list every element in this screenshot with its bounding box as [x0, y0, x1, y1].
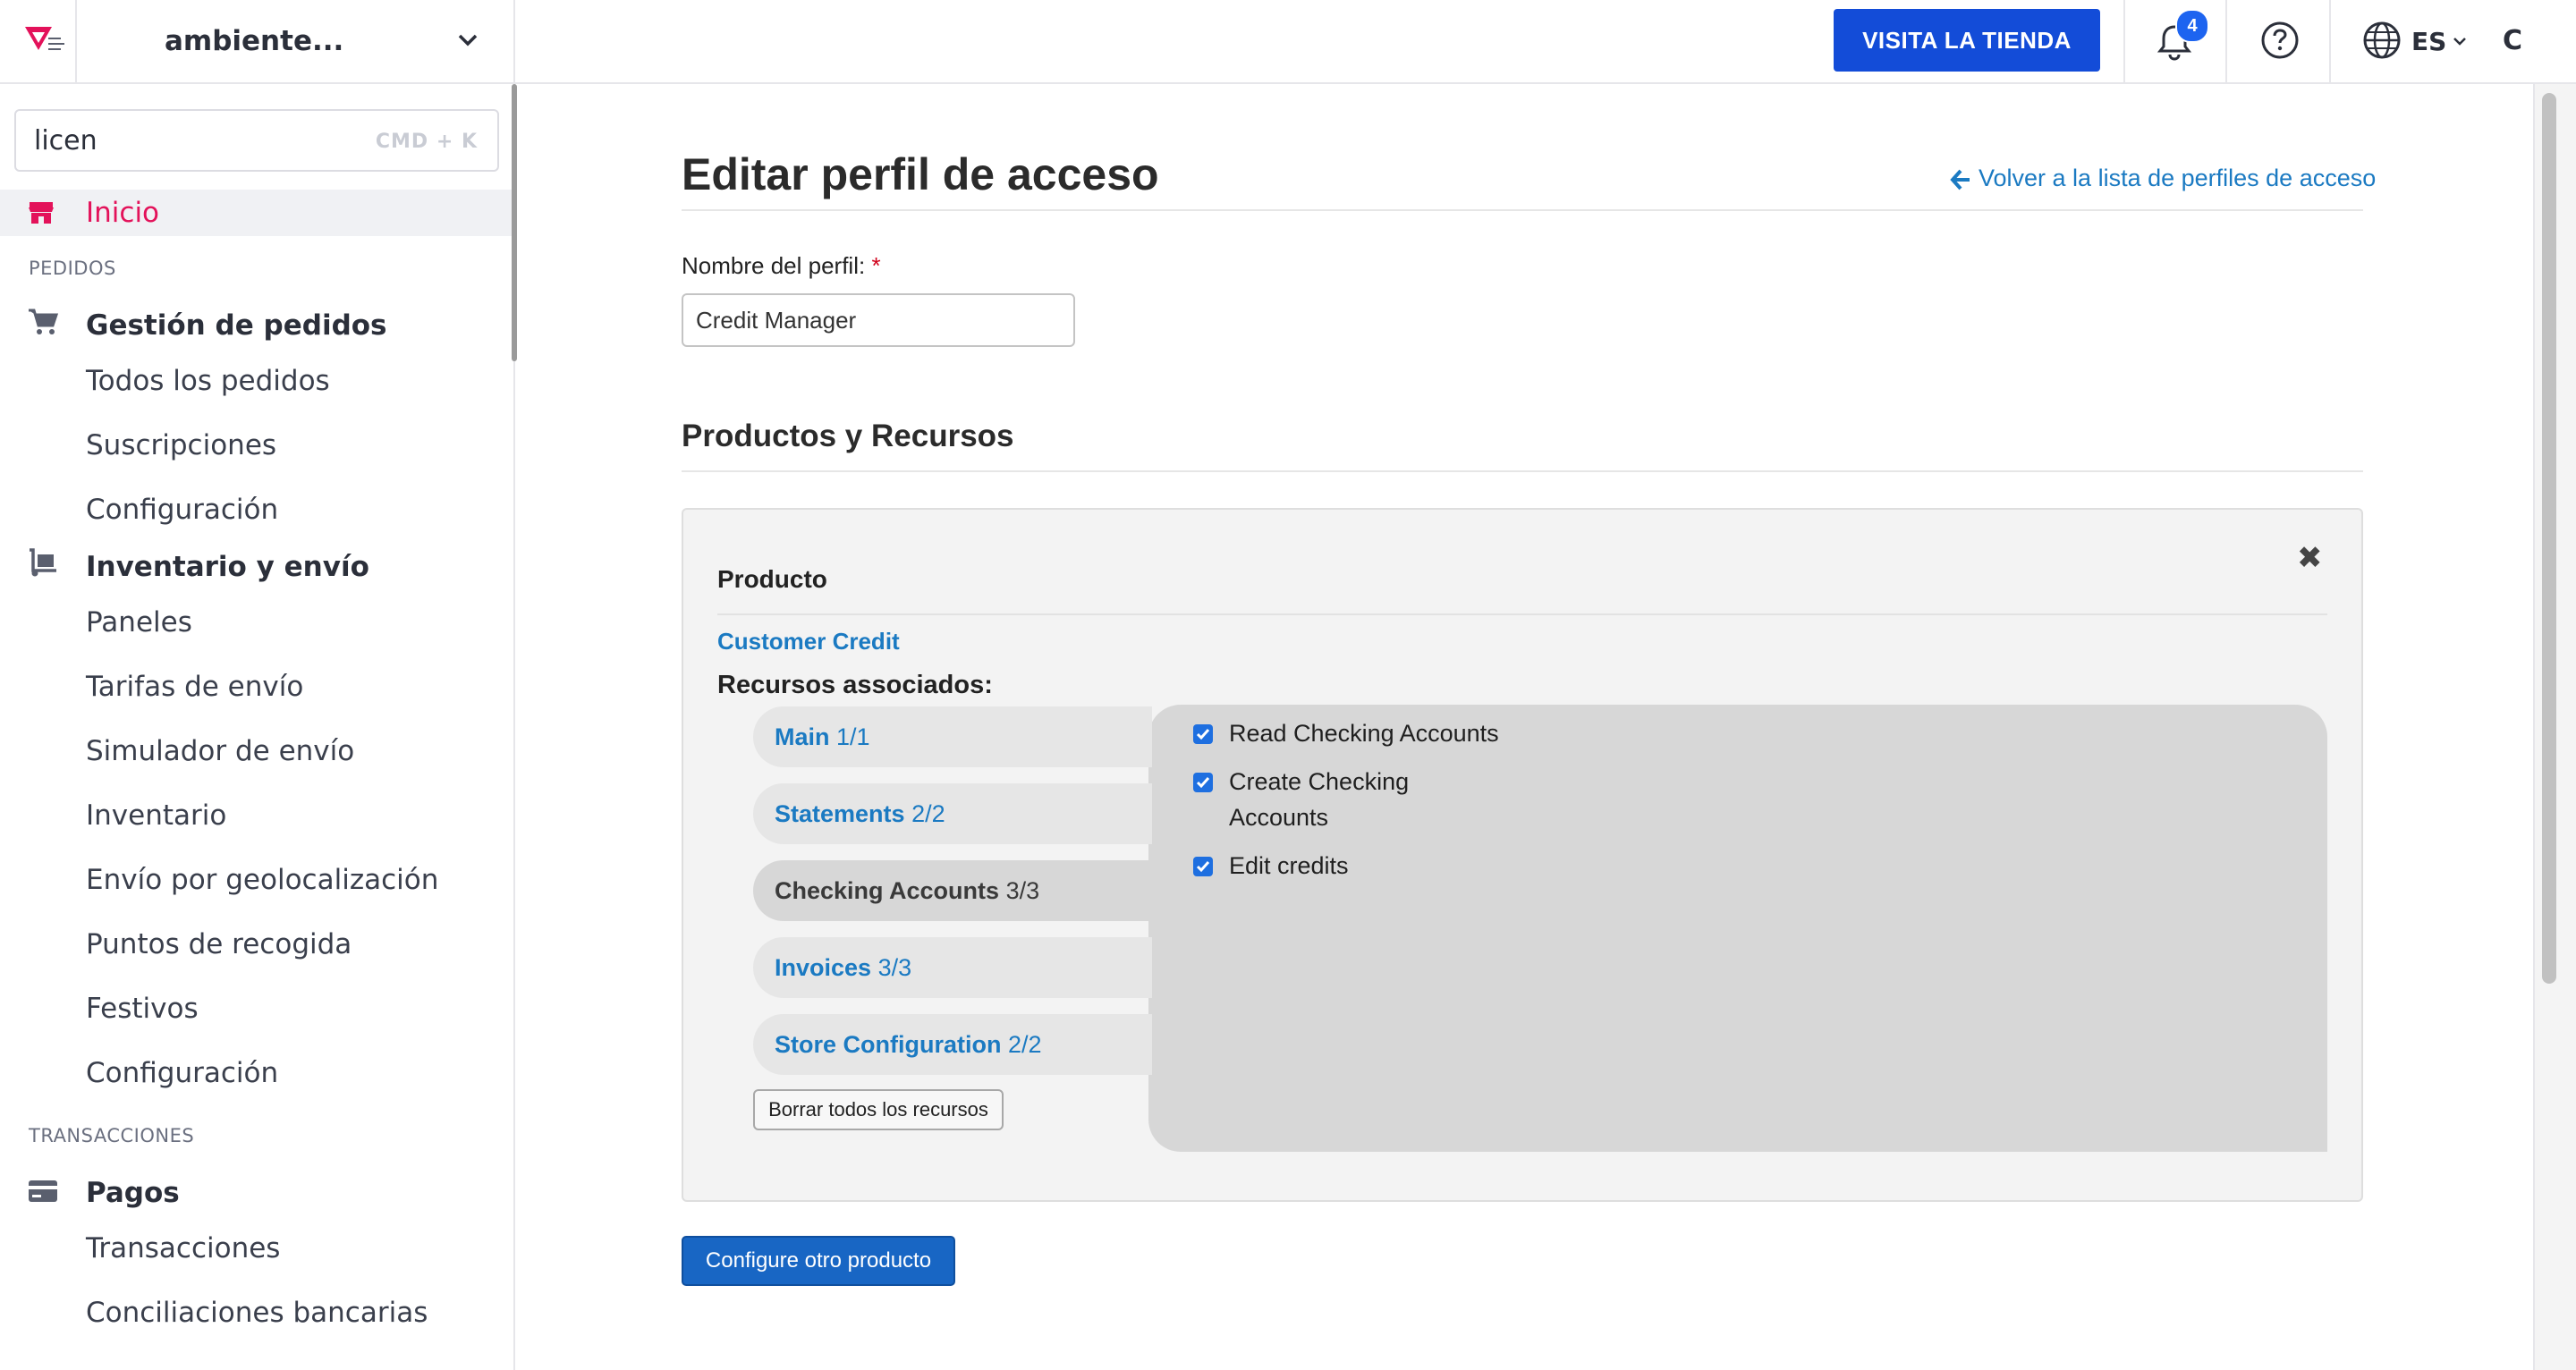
- tab-name: Store Configuration: [775, 1031, 1002, 1058]
- sidebar-item-geolocation-shipping[interactable]: Envío por geolocalización: [86, 864, 438, 896]
- sidebar-item-orders-settings[interactable]: Configuración: [86, 494, 278, 526]
- sidebar-item-transactions[interactable]: Transacciones: [86, 1232, 280, 1264]
- permission-label: Edit credits: [1229, 852, 1349, 879]
- section-divider: [682, 470, 2363, 472]
- chevron-down-icon: [2453, 38, 2466, 46]
- sidebar-item-bank-reconciliations[interactable]: Conciliaciones bancarias: [86, 1297, 428, 1329]
- profile-name-value: Credit Manager: [696, 307, 857, 334]
- search-shortcut-hint: CMD + K: [375, 131, 478, 153]
- required-marker: *: [871, 252, 881, 279]
- product-header-divider: [717, 613, 2327, 615]
- cart-icon: [29, 309, 59, 334]
- sidebar-item-inventory-settings[interactable]: Configuración: [86, 1057, 278, 1089]
- account-name: ambiente...: [165, 25, 344, 57]
- checkmark-icon: [1196, 777, 1210, 789]
- back-to-profiles-link[interactable]: Volver a la lista de perfiles de acceso: [1979, 165, 2376, 192]
- credit-card-icon: [29, 1180, 57, 1202]
- sidebar-item-pickup-points[interactable]: Puntos de recogida: [86, 928, 352, 960]
- product-header: Producto: [717, 565, 827, 593]
- sidebar-item-inventory[interactable]: Inventario: [86, 799, 226, 832]
- tab-count: 1/1: [836, 723, 870, 750]
- tab-name: Main: [775, 723, 830, 750]
- resource-tab-checking-accounts[interactable]: Checking Accounts 3/3: [753, 860, 1152, 921]
- resource-tab-invoices[interactable]: Invoices 3/3: [753, 937, 1152, 998]
- resource-tab-store-configuration[interactable]: Store Configuration 2/2: [753, 1014, 1152, 1075]
- configure-another-product-button[interactable]: Configure otro producto: [682, 1236, 955, 1286]
- tab-name: Invoices: [775, 954, 872, 981]
- profile-name-label: Nombre del perfil: *: [682, 252, 881, 280]
- tab-name: Statements: [775, 800, 905, 827]
- tab-name: Checking Accounts: [775, 877, 1000, 904]
- title-divider: [682, 209, 2363, 211]
- clear-resources-button[interactable]: Borrar todos los recursos: [753, 1089, 1004, 1130]
- tab-count: 3/3: [1005, 877, 1040, 904]
- permission-checkbox[interactable]: [1193, 857, 1213, 876]
- account-selector[interactable]: ambiente...: [75, 0, 515, 82]
- sidebar-item-label: Inicio: [86, 197, 160, 229]
- permission-label: Create Checking: [1229, 768, 1410, 795]
- page-scrollbar-thumb[interactable]: [2542, 93, 2556, 984]
- user-avatar[interactable]: C: [2503, 25, 2522, 56]
- sidebar-item-all-orders[interactable]: Todos los pedidos: [86, 365, 330, 397]
- help-icon[interactable]: [2259, 20, 2301, 61]
- store-icon: [29, 202, 54, 224]
- tab-count: 2/2: [1008, 1031, 1042, 1058]
- sidebar-item-holidays[interactable]: Festivos: [86, 993, 199, 1025]
- top-bar: ambiente... VISITA LA TIENDA 4 ES C: [0, 0, 2576, 84]
- sidebar-group-payments[interactable]: Pagos: [86, 1177, 180, 1209]
- divider: [2123, 0, 2125, 82]
- checkmark-icon: [1196, 861, 1210, 873]
- notification-badge: 4: [2175, 9, 2209, 43]
- tab-count: 2/2: [911, 800, 945, 827]
- sidebar-item-home[interactable]: Inicio: [0, 190, 512, 236]
- profile-name-input[interactable]: Credit Manager: [682, 293, 1075, 347]
- dolly-icon: [30, 548, 56, 577]
- globe-icon[interactable]: [2361, 20, 2402, 61]
- arrow-left-icon[interactable]: [1950, 168, 1971, 191]
- search-value: licen: [34, 125, 97, 156]
- tab-count: 3/3: [877, 954, 912, 981]
- close-icon[interactable]: ✖: [2297, 540, 2323, 576]
- resource-tab-statements[interactable]: Statements 2/2: [753, 783, 1152, 844]
- section-title: Productos y Recursos: [682, 419, 1014, 453]
- permission-checkbox[interactable]: [1193, 724, 1213, 744]
- sidebar-section-pedidos: PEDIDOS: [29, 258, 116, 279]
- chevron-down-icon: [458, 34, 478, 47]
- sidebar-group-inventory[interactable]: Inventario y envío: [86, 551, 369, 583]
- sidebar-item-shipping-rates[interactable]: Tarifas de envío: [86, 671, 303, 703]
- sidebar-group-orders[interactable]: Gestión de pedidos: [86, 309, 387, 342]
- divider: [2329, 0, 2331, 82]
- product-name-link[interactable]: Customer Credit: [717, 628, 900, 655]
- sidebar-item-dashboards[interactable]: Paneles: [86, 606, 192, 638]
- sidebar-section-transactions: TRANSACCIONES: [29, 1125, 195, 1146]
- permission-label-continued: Accounts: [1229, 804, 1329, 831]
- sidebar-search-input[interactable]: licen CMD + K: [14, 109, 499, 172]
- divider: [2225, 0, 2227, 82]
- checkmark-icon: [1196, 729, 1210, 740]
- sidebar-item-shipping-simulator[interactable]: Simulador de envío: [86, 735, 354, 767]
- permission-label: Read Checking Accounts: [1229, 720, 1499, 747]
- language-label[interactable]: ES: [2411, 27, 2446, 56]
- sidebar: licen CMD + K Inicio PEDIDOS Gestión de …: [0, 84, 515, 1370]
- profile-name-label-text: Nombre del perfil:: [682, 252, 866, 279]
- resources-label: Recursos associados:: [717, 671, 993, 699]
- sidebar-item-subscriptions[interactable]: Suscripciones: [86, 429, 276, 461]
- page-title: Editar perfil de acceso: [682, 149, 1159, 199]
- visit-store-button[interactable]: VISITA LA TIENDA: [1834, 9, 2100, 72]
- permission-checkbox[interactable]: [1193, 773, 1213, 792]
- resource-tab-main[interactable]: Main 1/1: [753, 706, 1152, 767]
- vtex-logo[interactable]: [0, 0, 77, 82]
